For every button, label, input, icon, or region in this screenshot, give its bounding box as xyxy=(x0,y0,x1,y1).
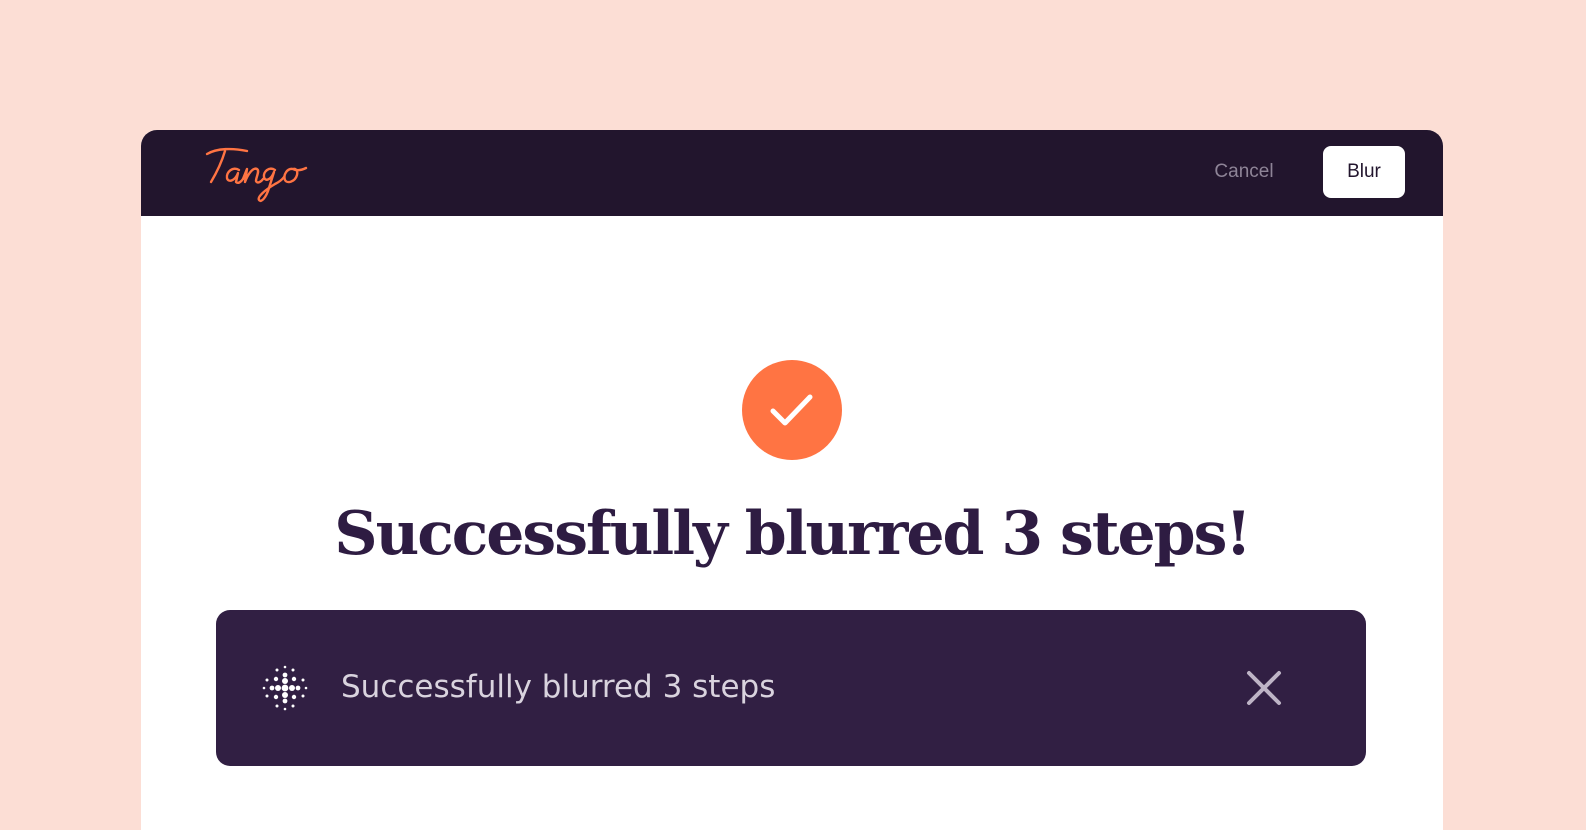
blur-dots-icon xyxy=(261,664,309,712)
cancel-button[interactable]: Cancel xyxy=(1195,150,1293,194)
blur-button[interactable]: Blur xyxy=(1323,146,1405,198)
toast-notification: Successfully blurred 3 steps xyxy=(216,610,1366,766)
toast-close-button[interactable] xyxy=(1245,669,1283,707)
toast-message: Successfully blurred 3 steps xyxy=(341,669,776,705)
checkmark-icon xyxy=(770,394,813,426)
top-bar: Cancel Blur xyxy=(141,130,1443,216)
page-title: Successfully blurred 3 steps! xyxy=(334,499,1252,569)
close-icon xyxy=(1247,671,1281,705)
success-badge xyxy=(742,360,842,460)
tango-logo xyxy=(205,144,335,206)
app-window: Cancel Blur Successfully blurred 3 steps… xyxy=(141,130,1443,830)
